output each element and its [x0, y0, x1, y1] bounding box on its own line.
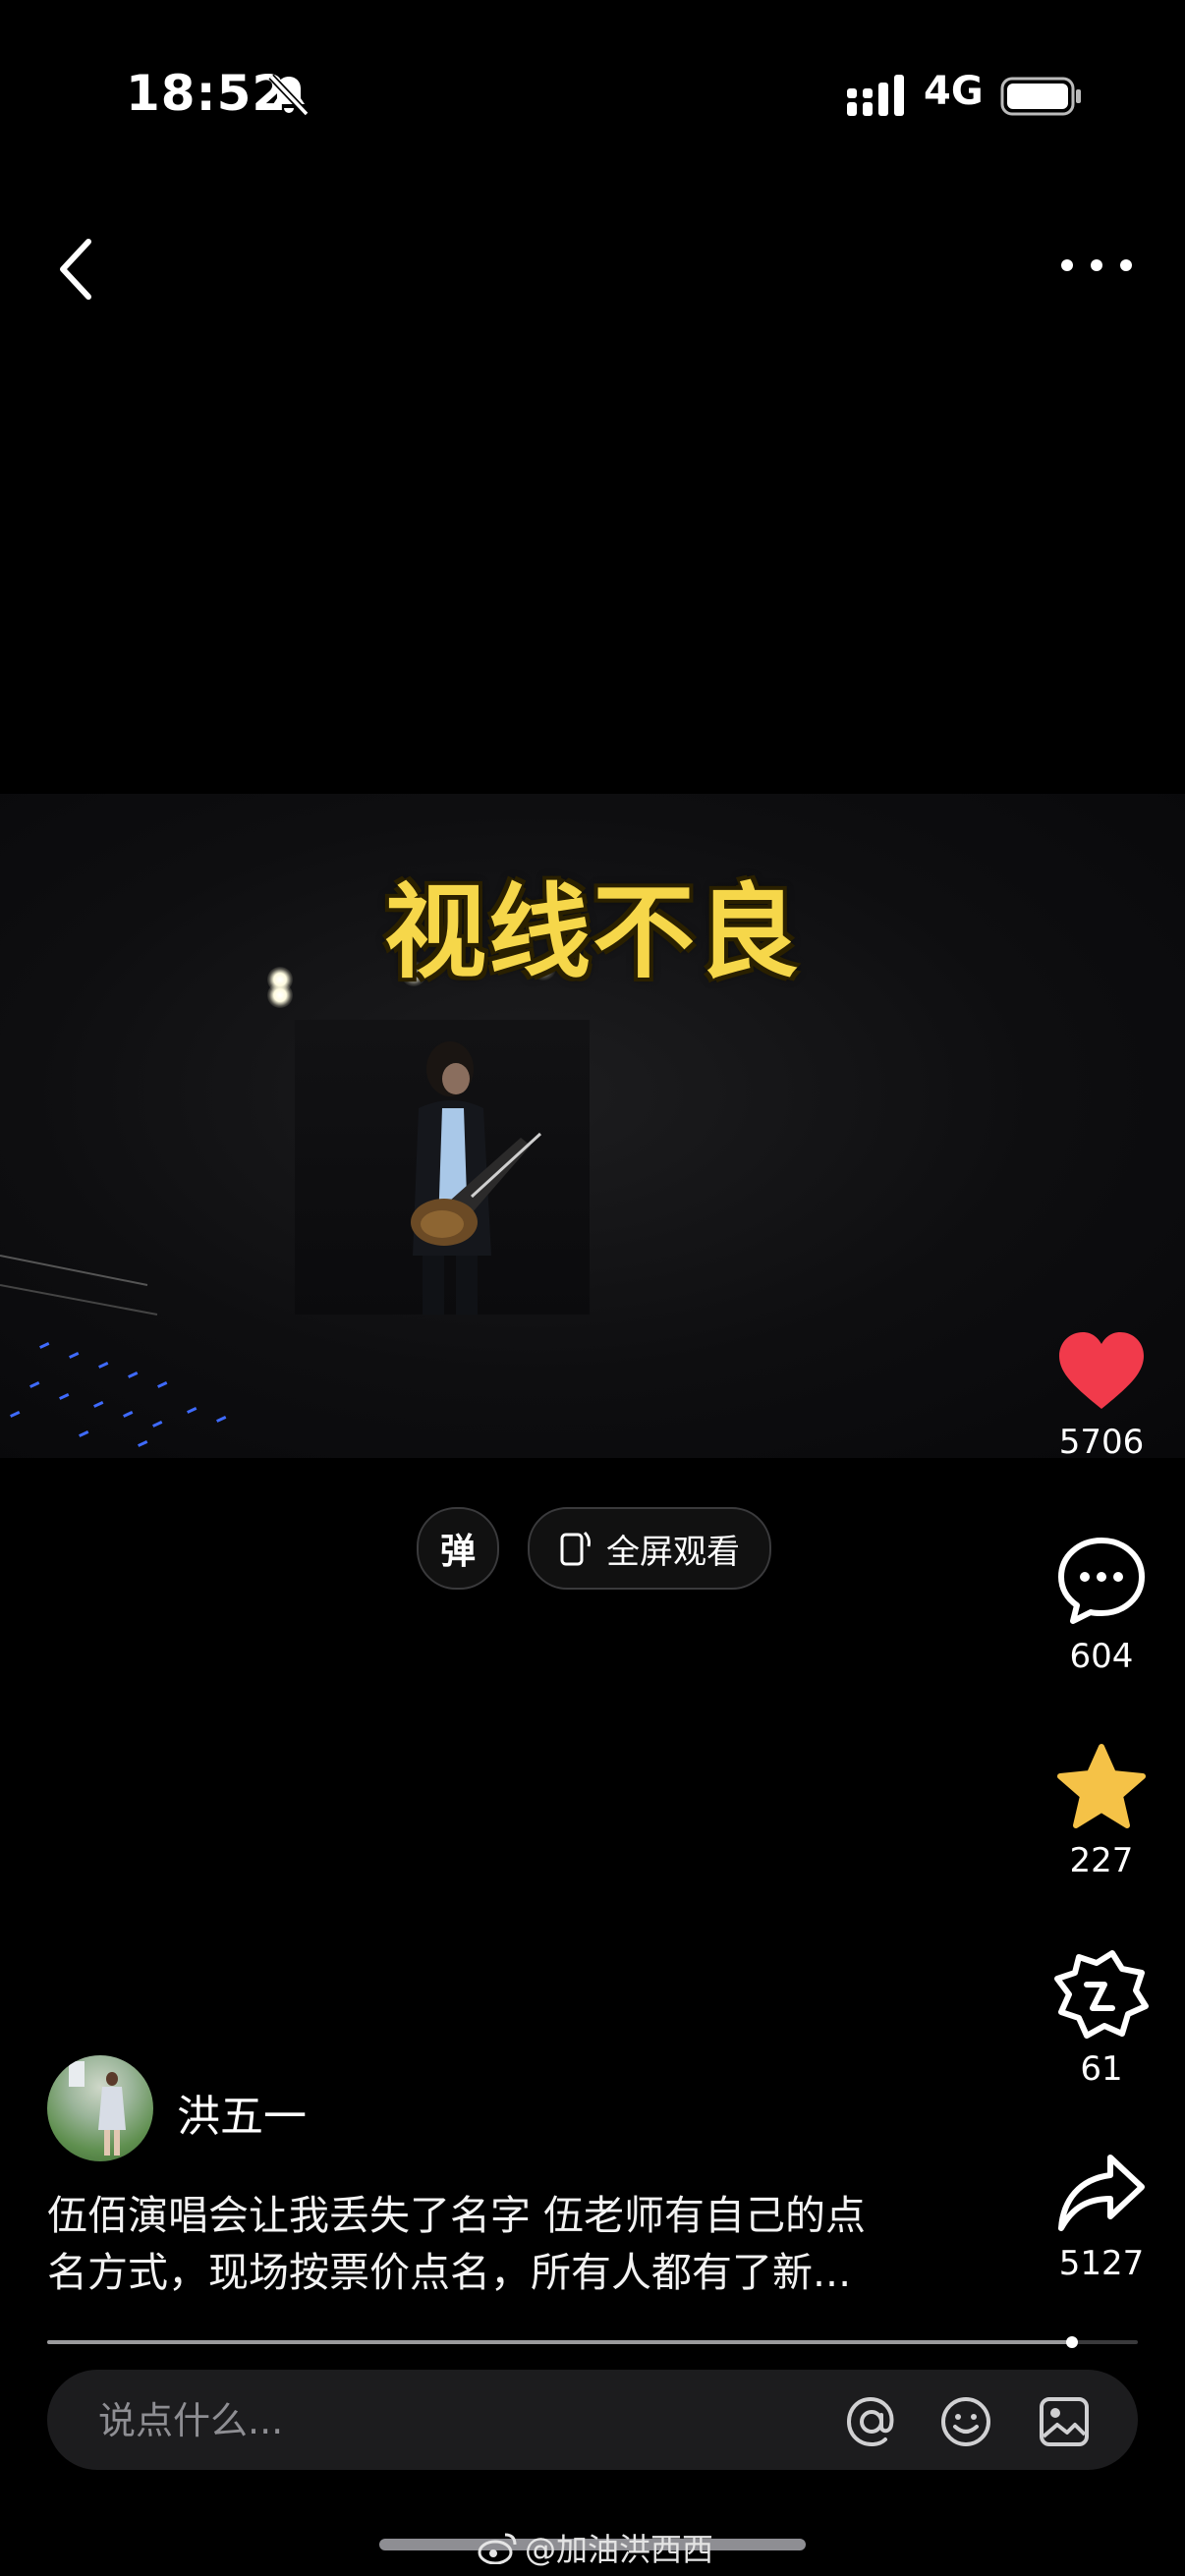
at-icon[interactable]	[845, 2395, 898, 2448]
fullscreen-button[interactable]: 全屏观看	[528, 1507, 771, 1590]
comment-bar	[47, 2370, 1138, 2472]
favorite-count: 227	[1069, 1841, 1134, 1880]
comment-count: 604	[1069, 1637, 1134, 1676]
network-label: 4G	[924, 69, 984, 114]
watermark-text: @加油洪西西	[525, 2531, 714, 2568]
like-button[interactable]: 5706	[1043, 1330, 1160, 1462]
star-icon	[1057, 1744, 1146, 1828]
performer-image	[411, 1041, 542, 1315]
signal-icon	[847, 75, 904, 116]
comment-bubble-icon	[1058, 1538, 1145, 1624]
caption-line-2: 名方式，现场按票价点名，所有人都有了新...	[47, 2249, 852, 2296]
caption-line-1: 伍佰演唱会让我丢失了名字 伍老师有自己的点	[47, 2192, 867, 2239]
status-time: 18:52	[126, 65, 288, 122]
bell-slash-icon	[268, 74, 310, 117]
weibo-logo-icon	[478, 2533, 517, 2564]
video-subtitle: 视线不良	[383, 872, 801, 992]
video-player[interactable]: 视线不良	[0, 794, 1185, 1458]
audience-image	[0, 1255, 227, 1447]
avatar[interactable]	[47, 2055, 153, 2161]
post-caption[interactable]: 伍佰演唱会让我丢失了名字 伍老师有自己的点 名方式，现场按票价点名，所有人都有了…	[47, 2187, 971, 2301]
heart-icon	[1059, 1332, 1144, 1409]
image-icon[interactable]	[1038, 2395, 1091, 2448]
progress-knob[interactable]	[1066, 2336, 1079, 2348]
rotate-phone-icon	[560, 1531, 591, 1566]
danmaku-button[interactable]: 弹	[417, 1507, 499, 1590]
back-button[interactable]	[51, 234, 102, 305]
share-button[interactable]: 5127	[1043, 2152, 1160, 2283]
emoji-icon[interactable]	[939, 2395, 992, 2448]
watermark: @加油洪西西	[478, 2525, 713, 2570]
repost-badge-icon	[1054, 1950, 1149, 2039]
avatar-image	[69, 2061, 126, 2156]
battery-icon	[1000, 77, 1081, 116]
comment-input[interactable]	[96, 2370, 847, 2472]
favorite-button[interactable]: 227	[1043, 1743, 1160, 1880]
author-name[interactable]: 洪五一	[177, 2081, 307, 2144]
progress-fill	[47, 2340, 1073, 2344]
repost-count: 61	[1080, 2049, 1123, 2089]
danmaku-label: 弹	[439, 1532, 476, 1572]
more-options-button[interactable]	[1057, 246, 1136, 285]
share-arrow-icon	[1058, 2155, 1145, 2231]
share-count: 5127	[1058, 2244, 1145, 2283]
repost-button[interactable]: 61	[1043, 1947, 1160, 2089]
video-progress-bar[interactable]	[47, 2336, 1138, 2348]
comment-button[interactable]: 604	[1043, 1535, 1160, 1676]
like-count: 5706	[1058, 1423, 1145, 1462]
fullscreen-label: 全屏观看	[606, 1532, 740, 1572]
